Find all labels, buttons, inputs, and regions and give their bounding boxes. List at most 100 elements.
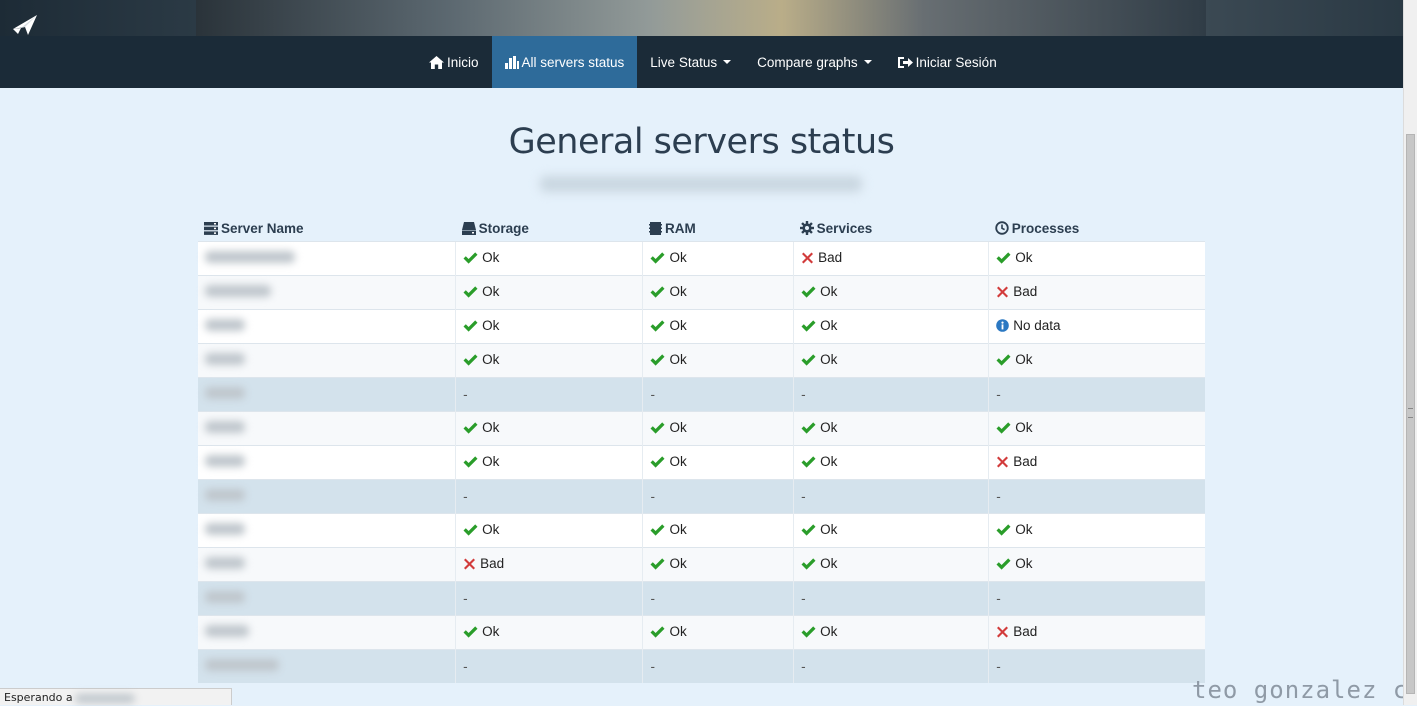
vertical-scrollbar[interactable] xyxy=(1403,0,1417,705)
status-ok: Ok xyxy=(801,624,837,639)
column-header-label: RAM xyxy=(664,220,696,236)
status-empty: - xyxy=(801,591,806,606)
status-text: Ok xyxy=(1015,420,1033,436)
status-ok: Ok xyxy=(650,318,687,333)
status-empty: - xyxy=(650,659,655,674)
status-empty: - xyxy=(996,387,1001,402)
status-text: - xyxy=(650,387,655,402)
status-cell: Ok xyxy=(642,343,794,378)
nav-item-inicio[interactable]: Inicio xyxy=(416,36,492,88)
status-ok: Ok xyxy=(463,624,499,639)
check-icon xyxy=(801,320,818,332)
table-row[interactable]: Ok Ok Ok Bad xyxy=(198,445,1205,480)
status-ok: Ok xyxy=(650,522,687,537)
table-row[interactable]: Ok Ok Ok Bad xyxy=(198,275,1205,310)
server-name-cell xyxy=(198,513,456,548)
cog-icon xyxy=(799,220,817,236)
status-text: Ok xyxy=(1015,250,1033,266)
status-ok: Ok xyxy=(996,556,1033,571)
nav-item-live-status[interactable]: Live Status xyxy=(637,36,744,88)
status-bar-text: Esperando a xyxy=(4,691,73,704)
status-text: - xyxy=(801,489,806,504)
status-text: Ok xyxy=(482,522,500,538)
table-row[interactable]: Ok Ok Ok Bad xyxy=(198,615,1205,650)
table-row[interactable]: Ok Ok Ok No data xyxy=(198,309,1205,344)
check-icon xyxy=(996,524,1013,536)
status-cell: - xyxy=(793,479,989,514)
status-cell: - xyxy=(793,581,989,616)
table-row[interactable]: Ok Ok Ok Ok xyxy=(198,513,1205,548)
status-empty: - xyxy=(463,591,468,606)
check-icon xyxy=(650,320,667,332)
cross-icon xyxy=(996,626,1011,638)
table-row[interactable]: ---- xyxy=(198,479,1205,514)
status-ok: Ok xyxy=(801,352,837,367)
status-cell: Ok xyxy=(793,411,989,446)
status-cell: Bad xyxy=(988,275,1205,310)
column-header-processes: Processes xyxy=(989,215,1205,242)
check-icon xyxy=(463,626,480,638)
status-text: No data xyxy=(1013,318,1061,333)
server-name-cell xyxy=(198,479,456,514)
status-text: Ok xyxy=(820,624,838,640)
status-text: Ok xyxy=(669,420,687,436)
status-cell: Ok xyxy=(455,309,643,344)
nav-item-iniciar-sesi-n[interactable]: Iniciar Sesión xyxy=(885,36,1010,88)
column-header-label: Storage xyxy=(478,220,529,236)
status-cell: Ok xyxy=(455,411,643,446)
table-header-row: Server Name Storage RAM Services Processes xyxy=(198,215,1205,242)
column-header-server-name: Server Name xyxy=(198,215,456,242)
nav-item-compare-graphs[interactable]: Compare graphs xyxy=(744,36,885,88)
status-cell: Ok xyxy=(455,275,643,310)
status-text: - xyxy=(463,387,468,402)
status-cell: - xyxy=(642,581,794,616)
status-cell: Ok xyxy=(988,513,1205,548)
status-text: Ok xyxy=(1015,352,1033,368)
table-row[interactable]: Ok Ok Ok Ok xyxy=(198,411,1205,446)
table-row[interactable]: ---- xyxy=(198,377,1205,412)
nav-item-label: Compare graphs xyxy=(757,54,858,70)
status-ok: Ok xyxy=(801,454,837,469)
check-icon xyxy=(650,354,667,366)
nav-item-label: All servers status xyxy=(521,54,625,70)
table-row[interactable]: ---- xyxy=(198,649,1205,683)
table-row[interactable]: Bad Ok Ok Ok xyxy=(198,547,1205,582)
server-name-redacted xyxy=(205,251,295,263)
status-text: Ok xyxy=(820,284,838,300)
nav-menu: Inicio All servers status Live Status Compa… xyxy=(416,36,1010,88)
status-text: Ok xyxy=(482,454,500,470)
status-text: Ok xyxy=(669,284,687,300)
status-cell: Bad xyxy=(988,615,1205,650)
status-cell: Ok xyxy=(455,241,643,276)
status-bar-url-redacted xyxy=(74,693,135,703)
status-ok: Ok xyxy=(650,556,687,571)
server-name-redacted xyxy=(205,523,245,535)
nav-item-label: Inicio xyxy=(447,54,479,70)
table-row[interactable]: Ok Ok Bad Ok xyxy=(198,241,1205,276)
status-text: - xyxy=(463,489,468,504)
status-text: - xyxy=(801,591,806,606)
status-text: - xyxy=(996,659,1001,674)
status-text: Ok xyxy=(482,420,500,436)
status-cell: Ok xyxy=(793,513,989,548)
status-ok: Ok xyxy=(801,318,837,333)
table-row[interactable]: ---- xyxy=(198,581,1205,616)
status-cell: Bad xyxy=(793,241,989,276)
column-header-label: Server Name xyxy=(221,220,304,236)
clock-icon xyxy=(995,220,1012,236)
status-cell: Ok xyxy=(793,309,989,344)
server-name-redacted xyxy=(205,591,245,603)
status-empty: - xyxy=(650,591,655,606)
status-empty: - xyxy=(996,659,1001,674)
table-row[interactable]: Ok Ok Ok Ok xyxy=(198,343,1205,378)
status-text: - xyxy=(801,659,806,674)
main-content: General servers status Server Name Storag… xyxy=(0,88,1403,705)
status-ok: Ok xyxy=(650,284,687,300)
status-text: - xyxy=(650,659,655,674)
status-cell: - xyxy=(793,649,989,683)
nav-item-all-servers-status[interactable]: All servers status xyxy=(491,36,638,88)
status-text: Ok xyxy=(482,250,500,266)
check-icon xyxy=(463,422,480,434)
status-cell: - xyxy=(455,581,643,616)
paper-plane-logo-icon[interactable] xyxy=(12,14,38,36)
